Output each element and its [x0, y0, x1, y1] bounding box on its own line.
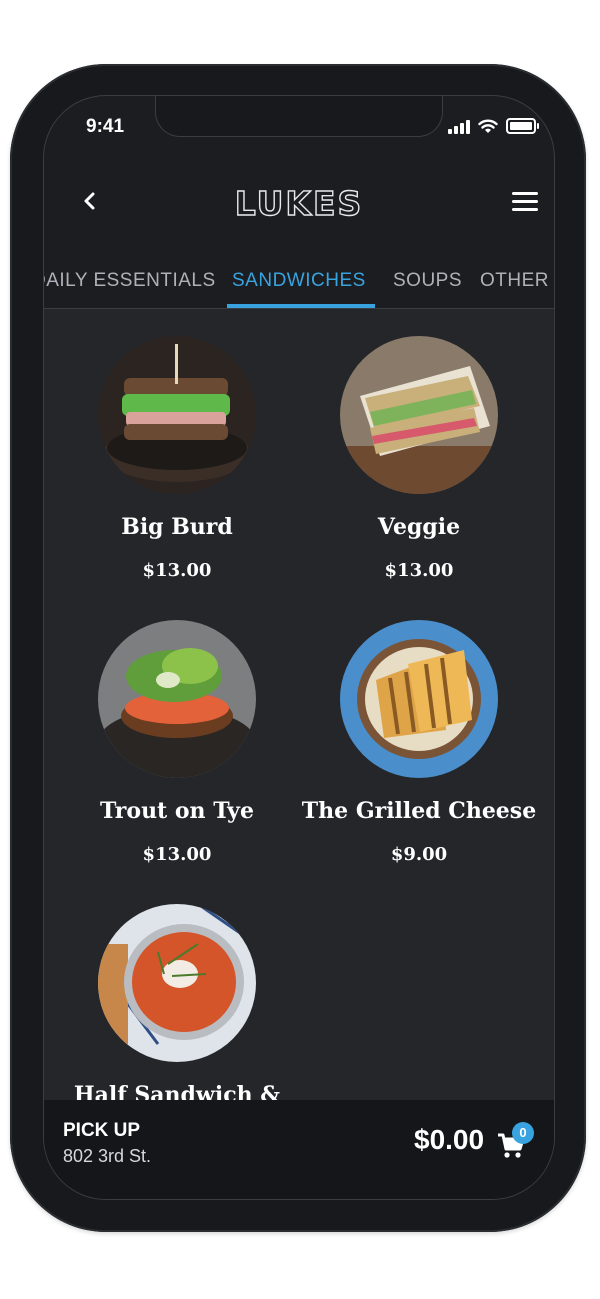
- wifi-icon: [478, 119, 498, 133]
- pickup-label[interactable]: PICK UP: [63, 1120, 140, 1142]
- pickup-address[interactable]: 802 3rd St.: [63, 1146, 151, 1167]
- menu-item-name: Veggie: [377, 514, 461, 540]
- menu-item-price: $13.00: [384, 560, 454, 581]
- brand-logo: LUKES: [234, 183, 364, 223]
- category-tabs: DAILY ESSENTIALS SANDWICHES SOUPS OTHER: [44, 262, 554, 309]
- signal-icon: [448, 120, 470, 134]
- menu-item-name: Big Burd: [121, 514, 233, 540]
- menu-item-image[interactable]: [340, 336, 498, 494]
- app-screen: 9:41 LUKES DAILY ESSENTIALS SANDWICHES S…: [44, 96, 554, 1199]
- menu-item-price: $9.00: [390, 844, 448, 865]
- menu-item-image[interactable]: [98, 620, 256, 778]
- menu-item-name: The Grilled Cheese: [301, 798, 537, 824]
- menu-item-image[interactable]: [340, 620, 498, 778]
- menu-item[interactable]: Half Sandwich &: [57, 904, 297, 1108]
- menu-item-image[interactable]: [98, 336, 256, 494]
- menu-item[interactable]: Veggie $13.00: [299, 336, 539, 581]
- battery-icon: [506, 118, 539, 134]
- hamburger-menu-icon[interactable]: [512, 192, 538, 212]
- menu-item[interactable]: Trout on Tye $13.00: [57, 620, 297, 865]
- menu-item[interactable]: The Grilled Cheese $9.00: [299, 620, 539, 865]
- menu-item-price: $13.00: [142, 560, 212, 581]
- cart-count-badge: 0: [512, 1122, 534, 1144]
- active-tab-indicator: [227, 304, 375, 308]
- tab-soups[interactable]: SOUPS: [393, 270, 462, 292]
- tab-sandwiches[interactable]: SANDWICHES: [232, 270, 366, 292]
- app-header: LUKES: [44, 178, 554, 228]
- menu-item-image[interactable]: [98, 904, 256, 1062]
- status-icons: [448, 118, 539, 134]
- order-total: $0.00: [414, 1124, 485, 1155]
- order-footer: PICK UP 802 3rd St. $0.00 0: [44, 1100, 554, 1199]
- menu-grid: Big Burd $13.00 Veggie $13.00 Trout on T…: [44, 309, 554, 1109]
- tab-daily-essentials[interactable]: DAILY ESSENTIALS: [44, 270, 216, 292]
- menu-item[interactable]: Big Burd $13.00: [57, 336, 297, 581]
- status-time: 9:41: [86, 116, 125, 137]
- tab-other[interactable]: OTHER: [480, 270, 549, 292]
- menu-item-price: $13.00: [142, 844, 212, 865]
- menu-item-name: Trout on Tye: [100, 798, 254, 824]
- device-notch: [156, 96, 442, 136]
